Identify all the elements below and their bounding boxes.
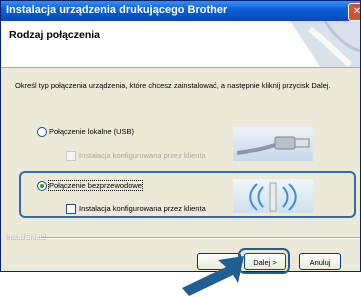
window-title: Instalacja urządzenia drukującego Brothe… bbox=[6, 4, 228, 16]
header-panel: Rodzaj połączenia bbox=[1, 21, 360, 68]
printer-decoration-icon bbox=[290, 21, 360, 67]
title-bar[interactable]: Instalacja urządzenia drukującego Brothe… bbox=[1, 1, 360, 21]
footer-divider bbox=[41, 237, 360, 239]
usb-option-label[interactable]: Połączenie lokalne (USB) bbox=[49, 127, 134, 136]
usb-cable-icon bbox=[233, 127, 313, 161]
usb-radio[interactable] bbox=[37, 127, 47, 137]
cancel-button[interactable]: Anuluj bbox=[299, 253, 341, 270]
installer-window: Instalacja urządzenia drukującego Brothe… bbox=[0, 0, 361, 272]
pointer-arrow-icon bbox=[182, 256, 244, 296]
close-icon[interactable]: ✕ bbox=[348, 3, 360, 21]
usb-custom-install-label: Instalacja konfigurowana przez klienta bbox=[79, 151, 206, 160]
installshield-brand: InstallShield bbox=[5, 232, 46, 241]
usb-custom-install-checkbox[interactable] bbox=[66, 151, 76, 161]
instruction-text: Określ typ połączenia urządzenia, które … bbox=[15, 81, 331, 90]
page-title: Rodzaj połączenia bbox=[9, 29, 101, 41]
wireless-option-highlight bbox=[19, 171, 356, 218]
